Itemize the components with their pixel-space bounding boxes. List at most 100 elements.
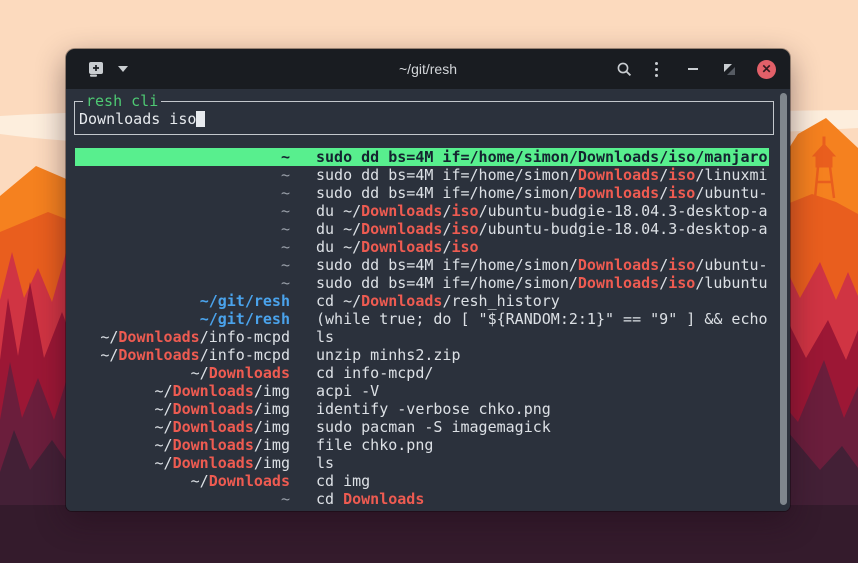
history-row[interactable]: ~sudo dd bs=4M if=/home/simon/Downloads/… [75,148,769,166]
restore-icon [724,64,735,75]
row-command: sudo dd bs=4M if=/home/simon/Downloads/i… [316,166,769,184]
history-row[interactable]: ~ sudo dd bs=4M if=/home/simon/Downloads/… [75,256,769,274]
history-row[interactable]: ~/Downloads/info-mcpdls [75,328,769,346]
history-row[interactable]: ~ du ~/Downloads/iso/ubuntu-budgie-18.04.… [75,220,769,238]
text-cursor [196,111,205,127]
minimize-button[interactable] [688,57,698,81]
row-location: ~ [75,166,290,184]
row-gap [290,400,316,418]
history-row[interactable]: ~/Downloads/img sudo pacman -S imagemagic… [75,418,769,436]
row-command: du ~/Downloads/iso/ubuntu-budgie-18.04.3… [316,202,769,220]
history-row[interactable]: ~/git/resh (while true; do [ "${RANDOM:2:… [75,310,769,328]
row-location: ~ [75,490,290,508]
history-row[interactable]: ~/Downloads/imgidentify -verbose chko.pn… [75,400,769,418]
row-location: ~/Downloads/img [75,400,290,418]
row-command: cd info-mcpd/ [316,364,769,382]
search-query-text: Downloads iso [79,110,196,128]
history-row[interactable]: ~ du ~/Downloads/iso/ubuntu-budgie-18.04.… [75,202,769,220]
row-location: ~/git/resh [75,292,290,310]
row-command: cd ~/Downloads/resh_history [316,292,769,310]
row-command: ls [316,454,769,472]
history-row[interactable]: ~ du ~/Downloads/iso [75,238,769,256]
row-command: cd Downloads [316,490,769,508]
row-command: acpi -V [316,382,769,400]
row-location: ~ [75,274,290,292]
close-button[interactable]: ✕ [757,57,776,81]
minimize-icon [688,68,698,70]
row-command: sudo dd bs=4M if=/home/simon/Downloads/i… [316,148,769,166]
scrollbar-thumb[interactable] [780,93,787,505]
titlebar-left-controls [66,57,128,81]
new-tab-icon [88,61,106,78]
row-gap [290,274,316,292]
row-command: (while true; do [ "${RANDOM:2:1}" == "9"… [316,310,769,328]
history-row[interactable]: ~ sudo dd bs=4M if=/home/simon/Downloads/… [75,184,769,202]
menu-button[interactable] [655,57,658,81]
row-command: unzip minhs2.zip [316,346,769,364]
row-location: ~/git/resh [75,310,290,328]
history-list: ~ sudo dd bs=4M if=/home/simon/Downloads/… [75,148,769,508]
history-row[interactable]: ~/git/resh cd ~/Downloads/resh_history [75,292,769,310]
row-gap [290,490,316,508]
row-gap [290,472,316,490]
row-gap [290,436,316,454]
tab-dropdown-button[interactable] [118,57,128,81]
row-command: sudo pacman -S imagemagick [316,418,769,436]
history-row[interactable]: ~ sudo dd bs=4M if=/home/simon/Downloads/… [75,274,769,292]
row-command: sudo dd bs=4M if=/home/simon/Downloads/i… [316,184,769,202]
titlebar-right-controls: ✕ [616,57,790,81]
terminal-window: ~/git/resh [66,49,790,511]
terminal-content: resh cli Downloads iso ~ sudo dd bs=4M if… [66,89,790,511]
row-location: ~ [75,256,290,274]
row-gap [290,454,316,472]
row-gap [290,256,316,274]
search-input[interactable]: Downloads iso [79,110,205,128]
history-row[interactable]: ~ cd Downloads [75,490,769,508]
history-row[interactable]: ~/Downloads/img ls [75,454,769,472]
row-command: sudo dd bs=4M if=/home/simon/Downloads/i… [316,256,769,274]
row-location: ~/Downloads [75,364,290,382]
history-row[interactable]: ~/Downloadscd img [75,472,769,490]
row-gap [290,148,316,166]
restore-button[interactable] [724,57,735,81]
row-location: ~/Downloads/info-mcpd [75,346,290,364]
row-gap [290,202,316,220]
row-gap [290,184,316,202]
search-icon [616,61,633,78]
row-command: du ~/Downloads/iso/ubuntu-budgie-18.04.3… [316,220,769,238]
row-location: ~ [75,238,290,256]
row-location: ~ [75,202,290,220]
row-command: file chko.png [316,436,769,454]
row-gap [290,220,316,238]
row-command: cd img [316,472,769,490]
row-location: ~/Downloads/img [75,382,290,400]
row-gap [290,364,316,382]
history-row[interactable]: ~/Downloads/img acpi -V [75,382,769,400]
row-location: ~/Downloads/info-mcpd [75,328,290,346]
chevron-down-icon [118,66,128,72]
row-command: sudo dd bs=4M if=/home/simon/Downloads/i… [316,274,769,292]
resh-search-box[interactable]: resh cli Downloads iso [74,101,774,135]
row-location: ~/Downloads/img [75,418,290,436]
row-gap [290,382,316,400]
row-command: du ~/Downloads/iso [316,238,769,256]
row-location: ~/Downloads/img [75,436,290,454]
close-icon: ✕ [757,60,776,79]
new-tab-button[interactable] [88,57,106,81]
titlebar: ~/git/resh [66,49,790,89]
row-location: ~/Downloads/img [75,454,290,472]
row-gap [290,418,316,436]
history-row[interactable]: ~/Downloads cd info-mcpd/ [75,364,769,382]
history-row[interactable]: ~/Downloads/img file chko.png [75,436,769,454]
row-location: ~ [75,184,290,202]
row-gap [290,166,316,184]
history-row[interactable]: ~ sudo dd bs=4M if=/home/simon/Downloads/… [75,166,769,184]
history-row[interactable]: ~/Downloads/info-mcpd unzip minhs2.zip [75,346,769,364]
row-gap [290,292,316,310]
wallpaper-foreground [0,505,858,563]
row-location: ~ [75,220,290,238]
row-gap [290,310,316,328]
resh-box-title: resh cli [83,92,161,110]
search-button[interactable] [616,57,633,81]
row-gap [290,328,316,346]
